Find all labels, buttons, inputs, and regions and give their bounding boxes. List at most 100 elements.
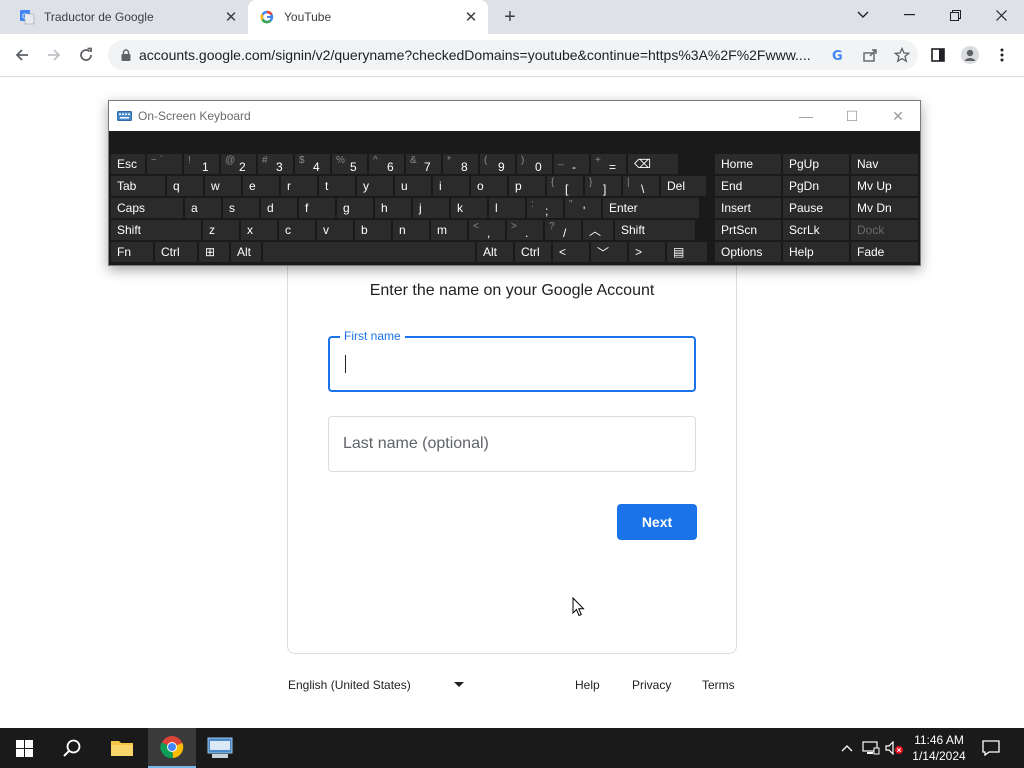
osk-key-p[interactable]: p <box>509 176 545 196</box>
terms-link[interactable]: Terms <box>702 678 735 692</box>
osk-key-sym[interactable]: <, <box>469 220 505 240</box>
osk-key-sym[interactable]: }] <box>585 176 621 196</box>
menu-kebab-icon[interactable] <box>988 41 1016 69</box>
back-icon[interactable] <box>8 41 36 69</box>
osk-key-sym[interactable]: ⊞ <box>199 242 229 262</box>
osk-key-a[interactable]: a <box>185 198 221 218</box>
osk-key-g[interactable]: g <box>337 198 373 218</box>
osk-key-options[interactable]: Options <box>715 242 781 262</box>
osk-key-y[interactable]: y <box>357 176 393 196</box>
osk-key-sym[interactable]: _ - <box>554 154 589 174</box>
taskbar-clock[interactable]: 11:46 AM 1/14/2024 <box>906 732 972 764</box>
bookmark-star-icon[interactable] <box>886 40 918 70</box>
osk-key-sym[interactable]: >. <box>507 220 543 240</box>
osk-key-sym[interactable]: > <box>629 242 665 262</box>
osk-key-j[interactable]: j <box>413 198 449 218</box>
osk-key-sym[interactable]: ⌫ <box>628 154 678 174</box>
osk-key-b[interactable]: b <box>355 220 391 240</box>
osk-key-4[interactable]: $4 <box>295 154 330 174</box>
forward-icon[interactable] <box>40 41 68 69</box>
osk-key-caps[interactable]: Caps <box>111 198 183 218</box>
address-bar[interactable]: accounts.google.com/signin/v2/queryname?… <box>108 40 918 70</box>
volume-muted-icon[interactable] <box>884 728 906 768</box>
osk-key-scrlk[interactable]: ScrLk <box>783 220 849 240</box>
osk-key-w[interactable]: w <box>205 176 241 196</box>
osk-key-c[interactable]: c <box>279 220 315 240</box>
osk-key-nav[interactable]: Nav <box>851 154 918 174</box>
osk-key-t[interactable]: t <box>319 176 355 196</box>
osk-key-0[interactable]: ) 0 <box>517 154 552 174</box>
osk-key-sym[interactable]: + = <box>591 154 626 174</box>
osk-key-sym[interactable]: :; <box>527 198 563 218</box>
osk-key-l[interactable]: l <box>489 198 525 218</box>
osk-key-9[interactable]: (9 <box>480 154 515 174</box>
file-explorer-icon[interactable] <box>98 728 146 768</box>
search-icon[interactable] <box>48 728 96 768</box>
osk-key-m[interactable]: m <box>431 220 467 240</box>
osk-key-8[interactable]: * 8 <box>443 154 478 174</box>
minimize-icon[interactable] <box>886 0 932 30</box>
profile-avatar-icon[interactable] <box>956 41 984 69</box>
privacy-link[interactable]: Privacy <box>632 678 671 692</box>
lock-icon[interactable] <box>121 49 131 61</box>
start-button[interactable] <box>0 728 48 768</box>
osk-key-2[interactable]: @2 <box>221 154 256 174</box>
osk-key-shift[interactable]: Shift <box>615 220 695 240</box>
osk-key-z[interactable]: z <box>203 220 239 240</box>
google-lens-icon[interactable]: G <box>822 40 854 70</box>
osk-key-3[interactable]: #3 <box>258 154 293 174</box>
osk-key-i[interactable]: i <box>433 176 469 196</box>
osk-key-r[interactable]: r <box>281 176 317 196</box>
osk-key-pgup[interactable]: PgUp <box>783 154 849 174</box>
tab-google-translate[interactable]: G Traductor de Google ✕ <box>8 0 248 34</box>
osk-key-sym[interactable]: ▤ <box>667 242 707 262</box>
reload-icon[interactable] <box>72 41 100 69</box>
osk-key-home[interactable]: Home <box>715 154 781 174</box>
osk-key-fade[interactable]: Fade <box>851 242 918 262</box>
osk-key-e[interactable]: e <box>243 176 279 196</box>
osk-key-tab[interactable]: Tab <box>111 176 165 196</box>
last-name-input[interactable] <box>343 417 673 471</box>
osk-key-1[interactable]: ! 1 <box>184 154 219 174</box>
tab-youtube[interactable]: YouTube ✕ <box>248 0 488 34</box>
next-button[interactable]: Next <box>617 504 697 540</box>
osk-key-prtscn[interactable]: PrtScn <box>715 220 781 240</box>
osk-key-mv-up[interactable]: Mv Up <box>851 176 918 196</box>
osk-key-sym[interactable]: | \ <box>623 176 659 196</box>
notification-icon[interactable] <box>978 728 1004 768</box>
language-selector[interactable]: English (United States) <box>288 675 473 695</box>
osk-key-pause[interactable]: Pause <box>783 198 849 218</box>
new-tab-button[interactable]: + <box>498 5 522 29</box>
osk-key-pgdn[interactable]: PgDn <box>783 176 849 196</box>
osk-key-shift[interactable]: Shift <box>111 220 201 240</box>
osk-key-mv-dn[interactable]: Mv Dn <box>851 198 918 218</box>
network-icon[interactable] <box>860 728 882 768</box>
osk-key-q[interactable]: q <box>167 176 203 196</box>
osk-key-sym[interactable]: {[ <box>547 176 583 196</box>
osk-key-f[interactable]: f <box>299 198 335 218</box>
chrome-taskbar-icon[interactable] <box>148 728 196 768</box>
osk-key-5[interactable]: % 5 <box>332 154 367 174</box>
tab-search-icon[interactable] <box>840 0 886 30</box>
close-icon[interactable]: ✕ <box>220 6 242 28</box>
restore-icon[interactable] <box>932 0 978 30</box>
osk-close-icon[interactable]: ✕ <box>875 101 921 131</box>
osk-key-ctrl[interactable]: Ctrl <box>155 242 197 262</box>
osk-key-fn[interactable]: Fn <box>111 242 153 262</box>
osk-key-7[interactable]: & 7 <box>406 154 441 174</box>
osk-key-v[interactable]: v <box>317 220 353 240</box>
osk-key-sym[interactable]: ﹀ <box>591 242 627 262</box>
osk-minimize-icon[interactable]: — <box>783 101 829 131</box>
osk-key-d[interactable]: d <box>261 198 297 218</box>
osk-key-alt[interactable]: Alt <box>231 242 261 262</box>
osk-key-insert[interactable]: Insert <box>715 198 781 218</box>
osk-maximize-icon[interactable]: ☐ <box>829 101 875 131</box>
osk-key-o[interactable]: o <box>471 176 507 196</box>
osk-key-end[interactable]: End <box>715 176 781 196</box>
osk-key-sym[interactable]: ︿ <box>583 220 613 240</box>
osk-key-space[interactable] <box>263 242 475 262</box>
osk-key-6[interactable]: ^ 6 <box>369 154 404 174</box>
osk-key-x[interactable]: x <box>241 220 277 240</box>
osk-taskbar-icon[interactable] <box>196 728 244 768</box>
osk-key-help[interactable]: Help <box>783 242 849 262</box>
